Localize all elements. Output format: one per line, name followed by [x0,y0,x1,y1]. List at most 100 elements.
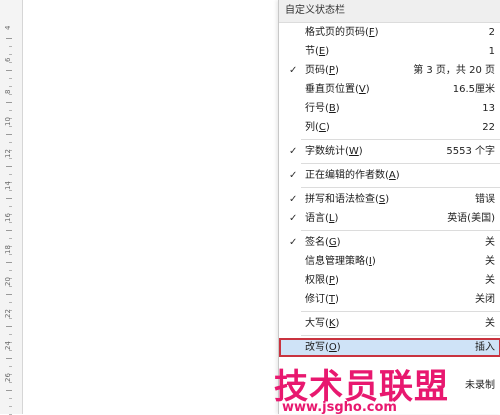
menu-item[interactable]: 格式页的页码(F) 2 [279,23,500,42]
menu-item-label: 信息管理策略(I) [305,256,376,267]
ruler-minor-tick [9,158,12,159]
ruler-number: 20 [4,277,12,286]
ruler-number: 18 [4,245,12,254]
menu-item-value: 13 [482,103,495,114]
menu-item-value: 5553 个字 [446,146,495,157]
menu-item-value: 关 [485,237,495,248]
ruler-number: 22 [4,309,12,318]
ruler-minor-tick [9,382,12,383]
menu-item[interactable]: ✓ 字数统计(W) 5553 个字 [279,142,500,161]
menu-item-label: 字数统计(W) [305,146,363,157]
menu-item[interactable]: 改写(O) 插入 [279,338,500,357]
menu-item-label: 正在编辑的作者数(A) [305,170,400,181]
menu-item[interactable] [279,357,500,376]
ruler-number: 16 [4,213,12,222]
menu-item[interactable]: 列(C) 22 [279,118,500,137]
menu-item[interactable]: 大写(K) 关 [279,314,500,333]
ruler-number: 24 [4,341,12,350]
menu-item[interactable]: 权限(P) 关 [279,271,500,290]
menu-item-label: 改写(O) [305,342,341,353]
document-page[interactable] [23,0,278,414]
checkmark-icon: ✓ [289,213,298,224]
ruler-minor-tick [9,174,12,175]
menu-item-text: 页码 [305,65,325,76]
menu-item-label: 签名(G) [305,237,341,248]
status-bar-context-menu: 自定义状态栏 格式页的页码(F) 2 节(E) 1 ✓ 页码(P) 第 3 页，共 20 页… [278,0,500,414]
ruler-tick [6,294,12,295]
menu-item-value: 关 [485,256,495,267]
menu-item[interactable]: ✓ 正在编辑的作者数(A) [279,166,500,185]
menu-item[interactable]: 节(E) 1 [279,42,500,61]
menu-item-value: 错误 [475,194,495,205]
ruler-tick [6,262,12,263]
ruler-minor-tick [9,366,12,367]
menu-item[interactable]: ✓ 页码(P) 第 3 页，共 20 页 [279,61,500,80]
vertical-ruler: 4 6 8 10 12 14 16 18 20 22 24 26 [0,0,23,415]
menu-item-text: 行号 [305,103,325,114]
menu-item[interactable] [279,395,500,414]
ruler-tick [6,38,12,39]
ruler-minor-tick [9,126,12,127]
menu-item-text: 改写 [305,342,325,353]
ruler-minor-tick [9,62,12,63]
ruler-minor-tick [9,110,12,111]
menu-item-value: 关 [485,275,495,286]
ruler-number: 4 [4,25,12,30]
checkmark-icon: ✓ [289,194,298,205]
ruler-tick [6,358,12,359]
menu-item[interactable]: ✓ 签名(G) 关 [279,233,500,252]
ruler-minor-tick [9,350,12,351]
menu-item[interactable]: 未录制 [279,376,500,395]
access-key: G [328,237,337,248]
ruler-tick [6,102,12,103]
ruler-number: 10 [4,117,12,126]
access-key: C [318,122,326,133]
menu-item-label: 权限(P) [305,275,339,286]
access-key: B [328,103,336,114]
ruler-minor-tick [9,78,12,79]
menu-item-label: 垂直页位置(V) [305,84,370,95]
menu-item-value: 关 [485,318,495,329]
ruler-minor-tick [9,270,12,271]
menu-item[interactable]: 修订(T) 关闭 [279,290,500,309]
menu-item-label: 大写(K) [305,318,340,329]
ruler-minor-tick [9,334,12,335]
ruler-tick [6,390,12,391]
ruler-tick [6,198,12,199]
ruler-tick [6,230,12,231]
ruler-minor-tick [9,94,12,95]
menu-item-text: 正在编辑的作者数 [305,170,385,181]
menu-item[interactable]: ✓ 拼写和语法检查(S) 错误 [279,190,500,209]
menu-item-value: 未录制 [465,380,495,391]
ruler-minor-tick [9,46,12,47]
menu-item-label: 列(C) [305,122,330,133]
menu-item-label: 页码(P) [305,65,339,76]
ruler-number: 26 [4,373,12,382]
checkmark-icon: ✓ [289,170,298,181]
ruler-tick [6,166,12,167]
checkmark-icon: ✓ [289,237,298,248]
checkmark-icon: ✓ [289,146,298,157]
access-key: O [328,342,337,353]
menu-item[interactable]: ✓ 语言(L) 英语(美国) [279,209,500,228]
ruler-minor-tick [9,206,12,207]
checkmark-icon: ✓ [289,65,298,76]
menu-item-text: 大写 [305,318,325,329]
ruler-number: 8 [4,89,12,94]
menu-separator [301,139,500,140]
menu-item[interactable]: 垂直页位置(V) 16.5厘米 [279,80,500,99]
menu-item-value: 22 [482,122,495,133]
access-key: W [348,146,359,157]
ruler-tick [6,70,12,71]
menu-separator [301,163,500,164]
menu-item-value: 第 3 页，共 20 页 [413,65,495,76]
menu-item-label: 行号(B) [305,103,340,114]
menu-separator [301,187,500,188]
menu-item-text: 权限 [305,275,325,286]
ruler-minor-tick [9,318,12,319]
menu-item[interactable]: 行号(B) 13 [279,99,500,118]
menu-item-value: 1 [488,46,495,57]
menu-separator [301,335,500,336]
menu-item[interactable]: 信息管理策略(I) 关 [279,252,500,271]
ruler-minor-tick [9,142,12,143]
